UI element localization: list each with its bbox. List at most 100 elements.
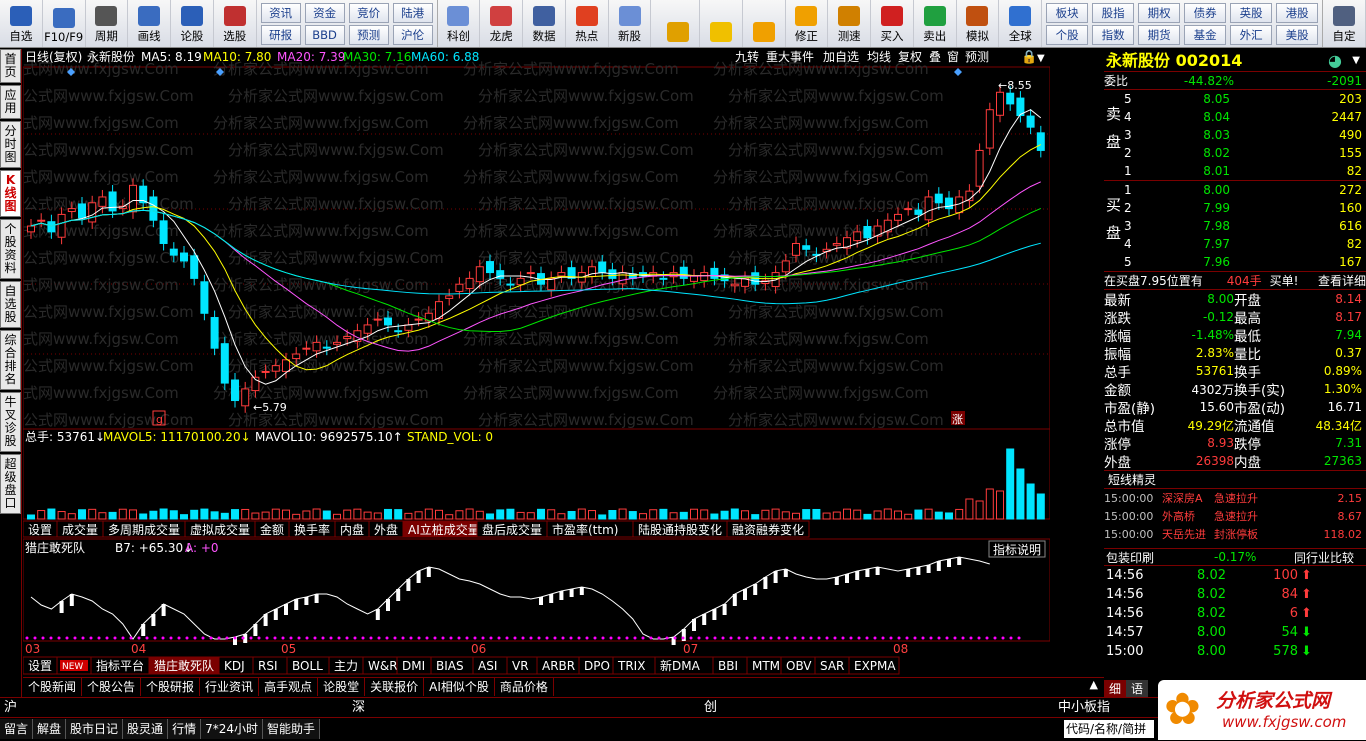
toolbar-grid-button[interactable]: 预测 bbox=[348, 24, 389, 45]
left-tab-5[interactable]: 自选股 bbox=[0, 281, 21, 328]
indicator-tab[interactable]: VR bbox=[506, 656, 538, 675]
indicator-tab[interactable]: NEW bbox=[56, 656, 92, 675]
indicator-tab[interactable]: RSI bbox=[252, 656, 288, 675]
market-index[interactable]: 中小板指 bbox=[1058, 698, 1110, 718]
status-link[interactable]: 留言 bbox=[0, 719, 34, 739]
volume-tab[interactable]: 陆股通持股变化 bbox=[632, 520, 728, 538]
volume-tab[interactable]: 虚拟成交量 bbox=[184, 520, 256, 538]
toolbar-grid-button[interactable]: 研报 bbox=[260, 24, 301, 45]
toolbar-grid-button[interactable]: 陆港 bbox=[392, 2, 433, 23]
indicator-tab[interactable]: EXPMA bbox=[848, 656, 900, 675]
indicator-tab[interactable]: W&R bbox=[362, 656, 398, 675]
left-tab-6[interactable]: 综合排名 bbox=[0, 330, 21, 390]
toolbar-button-1[interactable]: F10/F9 bbox=[43, 0, 86, 47]
industry-compare-link[interactable]: 同行业比较 bbox=[1294, 549, 1354, 566]
chart-tool-button[interactable]: 重大事件 bbox=[766, 50, 814, 64]
volume-tab[interactable]: 换手率 bbox=[288, 520, 336, 538]
indicator-tab[interactable]: 主力 bbox=[328, 656, 364, 675]
buy-book-row[interactable]: 3 7.98 616 bbox=[1104, 217, 1366, 235]
status-link[interactable]: 7*24小时 bbox=[201, 719, 263, 739]
toolbar-mid-button-3[interactable]: 热点 bbox=[566, 0, 609, 47]
sell-book-row[interactable]: 2 8.02 155 bbox=[1104, 144, 1366, 162]
chart-tool-button[interactable]: 窗 bbox=[947, 50, 959, 64]
indicator-tab[interactable]: ASI bbox=[472, 656, 508, 675]
bottom-info-tab[interactable]: 关联报价 bbox=[365, 678, 425, 696]
market-index[interactable]: 创 bbox=[704, 698, 717, 718]
left-tab-1[interactable]: 应用 bbox=[0, 85, 21, 119]
quote-bottom-tab[interactable]: 语 bbox=[1126, 680, 1149, 697]
event-diamond-icon[interactable] bbox=[954, 68, 962, 76]
chart-tool-button[interactable]: 预测 bbox=[965, 50, 989, 64]
toolbar-grid-button[interactable]: 板块 bbox=[1046, 2, 1089, 23]
status-link[interactable]: 股市日记 bbox=[66, 719, 124, 739]
chart-tool-button[interactable]: 加自选 bbox=[823, 50, 859, 64]
indicator-tab[interactable]: 猎庄敢死队 bbox=[148, 656, 220, 675]
volume-tab[interactable]: 金额 bbox=[254, 520, 290, 538]
toolbar-button-3[interactable]: 画线 bbox=[128, 0, 172, 47]
order-info-row[interactable]: 在买盘7.95位置有 404手 买单! 查看详细 bbox=[1104, 272, 1366, 290]
volume-tab[interactable]: 盘后成交量 bbox=[476, 520, 548, 538]
status-link[interactable]: 解盘 bbox=[33, 719, 67, 739]
left-tab-7[interactable]: 牛叉诊股 bbox=[0, 392, 21, 452]
volume-tab[interactable]: 外盘 bbox=[368, 520, 404, 538]
toolbar-right-button-5[interactable]: 买入 bbox=[871, 0, 914, 47]
bottom-info-tab[interactable]: 个股新闻 bbox=[23, 678, 83, 696]
bottom-info-tab[interactable]: 个股研报 bbox=[141, 678, 201, 696]
toolbar-button-4[interactable]: 论股 bbox=[171, 0, 214, 47]
chart-tool-button[interactable]: 叠 bbox=[929, 50, 941, 64]
toolbar-grid-button[interactable]: 美股 bbox=[1276, 24, 1319, 45]
toolbar-grid-button[interactable]: 资讯 bbox=[260, 2, 301, 23]
bottom-info-tab[interactable]: 行业资讯 bbox=[200, 678, 260, 696]
toolbar-grid-button[interactable]: 个股 bbox=[1046, 24, 1089, 45]
indicator-tab[interactable]: BBI bbox=[712, 656, 748, 675]
dropdown-arrow-icon[interactable]: ▼ bbox=[1352, 49, 1360, 72]
toolbar-button-5[interactable]: 选股 bbox=[214, 0, 257, 47]
toolbar-right-button-7[interactable]: 模拟 bbox=[957, 0, 1000, 47]
toolbar-mid-button-1[interactable]: 龙虎 bbox=[480, 0, 524, 47]
toolbar-right-button-6[interactable]: 卖出 bbox=[914, 0, 957, 47]
sell-book-row[interactable]: 5 8.05 203 bbox=[1104, 90, 1366, 108]
chart-tool-button[interactable]: 均线 bbox=[867, 50, 891, 64]
volume-tab[interactable]: 内盘 bbox=[334, 520, 370, 538]
indicator-tab[interactable]: DPO bbox=[578, 656, 614, 675]
toolbar-grid-button[interactable]: BBD bbox=[304, 24, 345, 45]
left-tab-0[interactable]: 首页 bbox=[0, 49, 21, 83]
indicator-tab[interactable]: 设置 bbox=[22, 656, 58, 675]
status-link[interactable]: 行情 bbox=[168, 719, 202, 739]
status-link[interactable]: 股灵通 bbox=[123, 719, 169, 739]
sprite-row[interactable]: 15:00:00 外高桥 急速拉升 8.67 bbox=[1104, 507, 1366, 525]
status-link[interactable]: 智能助手 bbox=[262, 719, 320, 739]
toolbar-mid-button-4[interactable]: 新股 bbox=[609, 0, 652, 47]
bottom-info-tab[interactable]: 高手观点 bbox=[259, 678, 319, 696]
volume-tab[interactable]: AI立桩成交量 bbox=[402, 520, 480, 538]
toolbar-grid-button[interactable]: 基金 bbox=[1184, 24, 1227, 45]
pie-chart-icon[interactable]: ◕ bbox=[1328, 49, 1342, 72]
toolbar-grid-button[interactable]: 沪伦 bbox=[392, 24, 433, 45]
indicator-tab[interactable]: KDJ bbox=[218, 656, 254, 675]
indicator-tab[interactable]: TRIX bbox=[612, 656, 656, 675]
toolbar-right-button-2[interactable] bbox=[743, 0, 786, 47]
toolbar-right-button-1[interactable] bbox=[700, 0, 743, 47]
left-tab-8[interactable]: 超级盘口 bbox=[0, 454, 21, 514]
left-tab-3[interactable]: K线图 bbox=[0, 170, 21, 217]
bottom-info-tab[interactable]: 个股公告 bbox=[82, 678, 142, 696]
indicator-tab[interactable]: 指标平台 bbox=[90, 656, 150, 675]
code-search-input[interactable]: 代码/名称/简拼 bbox=[1064, 720, 1154, 738]
buy-book-row[interactable]: 5 7.96 167 bbox=[1104, 253, 1366, 271]
bottom-info-tab[interactable]: 商品价格 bbox=[495, 678, 554, 696]
toolbar-right-button-3[interactable]: 修正 bbox=[786, 0, 829, 47]
sell-book-row[interactable]: 1 8.01 82 bbox=[1104, 162, 1366, 180]
toolbar-grid-button[interactable]: 港股 bbox=[1276, 2, 1319, 23]
volume-tab[interactable]: 多周期成交量 bbox=[102, 520, 186, 538]
custom-button[interactable]: 自定 bbox=[1323, 0, 1366, 47]
toolbar-grid-button[interactable]: 债券 bbox=[1184, 2, 1227, 23]
toolbar-grid-button[interactable]: 资金 bbox=[304, 2, 345, 23]
toolbar-grid-button[interactable]: 指数 bbox=[1092, 24, 1135, 45]
sprite-title[interactable]: 短线精灵 bbox=[1104, 471, 1366, 489]
volume-tab[interactable]: 成交量 bbox=[56, 520, 104, 538]
toolbar-right-button-4[interactable]: 测速 bbox=[828, 0, 872, 47]
toolbar-grid-button[interactable]: 期权 bbox=[1138, 2, 1181, 23]
toolbar-grid-button[interactable]: 期货 bbox=[1138, 24, 1181, 45]
sell-book-row[interactable]: 3 8.03 490 bbox=[1104, 126, 1366, 144]
chart-tool-button[interactable]: 九转 bbox=[735, 49, 759, 64]
